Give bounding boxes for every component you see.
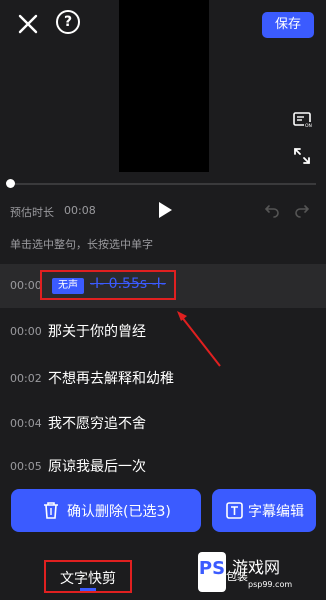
duration-label: 预估时长 [10,206,54,219]
confirm-delete-label: 确认删除(已选3) [67,504,171,520]
duration-value: 00:08 [64,204,96,217]
progress-handle[interactable] [6,179,15,188]
svg-text:ON: ON [305,123,312,129]
row-timestamp: 00:04 [10,417,42,430]
play-icon[interactable] [157,201,173,219]
silence-badge: 无声 [52,278,84,294]
row-text[interactable]: 那关于你的曾经 [48,321,146,341]
silence-highlight: 无声 -I- 0.55s -I- [40,270,176,300]
row-text[interactable]: 不想再去解释和幼稚 [48,368,174,388]
tab-active-indicator [80,588,96,591]
row-text[interactable]: 原谅我最后一次 [48,456,146,476]
save-button[interactable]: 保存 [262,12,314,38]
help-icon[interactable]: ? [56,10,80,34]
row-text[interactable]: 我不愿穷追不舍 [48,413,146,433]
row-timestamp: 00:05 [10,460,42,473]
watermark-logo: PS [198,552,226,592]
watermark-brand: 游戏网 [232,558,281,577]
row-timestamp: 00:00 [10,279,42,292]
fullscreen-icon[interactable] [292,146,312,166]
close-icon[interactable] [14,10,42,38]
row-timestamp: 00:00 [10,325,42,338]
undo-icon[interactable] [264,202,280,218]
subtitle-row[interactable]: 00:05 原谅我最后一次 [0,445,326,489]
trash-icon [43,502,59,519]
subtitle-row[interactable]: 00:02 不想再去解释和幼稚 [0,357,326,401]
subtitle-row[interactable]: 00:04 我不愿穷追不舍 [0,402,326,446]
tab-label: 文字快剪 [60,571,116,587]
redo-icon[interactable] [294,202,310,218]
subtitle-row-silence[interactable]: 00:00 无声 -I- 0.55s -I- [0,264,326,308]
confirm-delete-button[interactable]: 确认删除(已选3) [11,489,201,532]
silence-duration[interactable]: -I- 0.55s -I- [90,276,166,292]
video-preview[interactable] [119,0,209,172]
subtitle-edit-button[interactable]: 字幕编辑 [212,489,316,532]
text-edit-icon [226,502,243,519]
subtitle-row[interactable]: 00:00 那关于你的曾经 [0,310,326,354]
watermark-url: psp99.com [248,580,293,589]
subtitle-edit-label: 字幕编辑 [248,504,304,520]
selection-hint: 单击选中整句，长按选中单字 [10,238,153,251]
subtitle-toggle-icon[interactable]: ON [292,110,312,130]
row-timestamp: 00:02 [10,372,42,385]
progress-track[interactable] [10,183,316,185]
tab-text-quick-cut[interactable]: 文字快剪 [44,560,132,593]
